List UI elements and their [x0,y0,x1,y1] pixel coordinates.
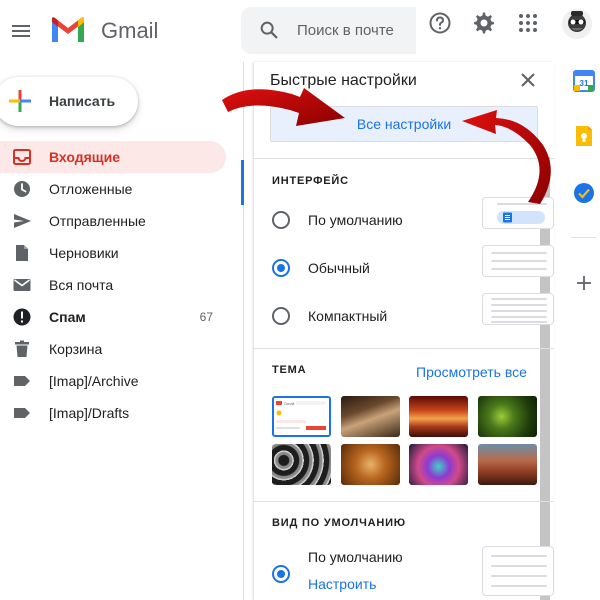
side-panel-rail: 31 [555,62,600,600]
divider [254,158,554,159]
sidebar-item-label: [Imap]/Archive [49,373,139,389]
label-icon [14,408,30,418]
radio-button-selected[interactable] [272,565,290,583]
density-preview-compact [482,293,554,325]
tasks-icon[interactable] [573,182,595,204]
theme-thumbnail-chess[interactable] [341,396,400,437]
theme-preview-brand: Gmail [284,401,295,406]
search-icon[interactable] [258,19,280,41]
sidebar-item-label: Корзина [49,341,103,357]
sidebar-item-snoozed[interactable]: Отложенные [0,173,226,205]
option-label: По умолчанию [308,212,403,228]
theme-thumbnail-bokeh[interactable] [409,444,468,485]
close-icon[interactable] [518,70,538,90]
hamburger-menu-icon [12,25,30,37]
search-bar[interactable] [241,7,416,54]
label-icon [14,376,30,386]
view-all-themes-link[interactable]: Просмотреть все [416,364,527,380]
avatar[interactable] [562,9,592,39]
draft-icon [16,245,28,261]
customize-link[interactable]: Настроить [308,576,376,592]
density-preview-default [482,197,554,229]
gmail-logo-icon[interactable] [50,16,86,44]
add-icon[interactable] [573,272,595,294]
plus-icon [9,90,31,112]
sidebar-item-spam[interactable]: Спам 67 [0,301,226,333]
spam-icon [13,308,31,326]
rail-divider [571,237,596,238]
theme-thumbnail-leaves[interactable] [341,444,400,485]
sidebar-item-trash[interactable]: Корзина [0,333,226,365]
density-option-compact[interactable]: Компактный [272,293,554,331]
compose-button[interactable]: Написать [0,77,138,126]
radio-button[interactable] [272,307,290,325]
sidebar-item-label: Отправленные [49,213,146,229]
divider [254,348,554,349]
help-icon[interactable] [428,11,452,35]
trash-icon [15,340,29,357]
quick-settings-panel: Быстрые настройки Все настройки ИНТЕРФЕЙ… [254,62,554,600]
avatar-image [562,9,592,39]
theme-default-preview: Gmail [274,398,329,435]
gear-icon[interactable] [472,11,496,35]
main-menu-button[interactable] [9,19,33,43]
density-option-comfortable[interactable]: Обычный [272,245,554,283]
sidebar-item-label: Отложенные [49,181,133,197]
apps-grid-icon[interactable] [516,11,540,35]
clock-icon [14,181,30,197]
sidebar-item-imap-drafts[interactable]: [Imap]/Drafts [0,397,226,429]
density-option-default[interactable]: По умолчанию [272,197,554,235]
sidebar-item-drafts[interactable]: Черновики [0,237,226,269]
theme-section-title: ТЕМА [272,364,307,376]
density-section-title: ИНТЕРФЕЙС [272,175,349,187]
theme-thumbnail-leaf[interactable] [478,396,537,437]
sidebar-item-label: Спам [49,309,86,325]
sidebar-item-label: Вся почта [49,277,114,293]
mail-icon [13,279,31,291]
sidebar-nav: Входящие Отложенные Отправленные Чернови… [0,141,226,429]
compose-label: Написать [49,93,116,109]
panel-title: Быстрые настройки [270,72,417,89]
sidebar-item-label: [Imap]/Drafts [49,405,130,421]
top-bar: Gmail [0,0,600,62]
calendar-icon[interactable]: 31 [573,70,595,92]
default-view-preview [482,546,554,596]
inbox-icon [13,149,31,165]
radio-button[interactable] [272,211,290,229]
sidebar-item-label: Входящие [49,149,120,165]
all-settings-button[interactable]: Все настройки [270,106,538,142]
sidebar-item-inbox[interactable]: Входящие [0,141,226,173]
sidebar-item-imap-archive[interactable]: [Imap]/Archive [0,365,226,397]
theme-thumbnail-desert[interactable] [478,444,537,485]
brand-name: Gmail [101,18,159,43]
theme-thumbnail-tubes[interactable] [272,444,331,485]
theme-thumbnail-default[interactable]: Gmail [272,396,331,437]
document-icon [503,212,512,223]
keep-icon[interactable] [573,125,595,147]
density-preview-comfortable [482,245,554,277]
selected-row-indicator [241,160,244,205]
option-label: Обычный [308,260,370,276]
sidebar-item-count: 67 [199,310,213,324]
send-icon [14,214,31,228]
radio-button-selected[interactable] [272,259,290,277]
divider [254,501,554,502]
sidebar-item-label: Черновики [49,245,119,261]
calendar-day: 31 [580,79,589,88]
default-view-section-title: ВИД ПО УМОЛЧАНИЮ [272,517,406,529]
sidebar-item-all-mail[interactable]: Вся почта [0,269,226,301]
content-divider [243,62,244,600]
theme-thumbnail-canyon[interactable] [409,396,468,437]
sidebar-item-sent[interactable]: Отправленные [0,205,226,237]
search-input[interactable] [297,18,416,42]
option-label: Компактный [308,308,388,324]
option-label: По умолчанию [308,549,403,565]
